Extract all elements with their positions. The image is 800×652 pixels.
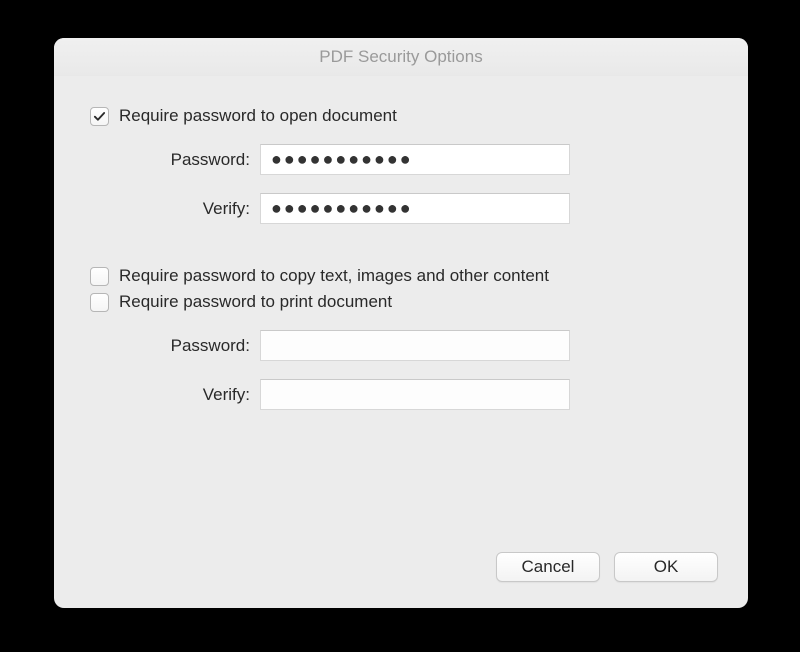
require-open-password-checkbox[interactable] [90,107,109,126]
require-copy-password-row[interactable]: Require password to copy text, images an… [90,266,712,286]
require-copy-password-label: Require password to copy text, images an… [119,266,549,286]
perm-password-label: Password: [90,336,260,356]
pdf-security-dialog: PDF Security Options Require password to… [54,38,748,608]
require-print-password-checkbox[interactable] [90,293,109,312]
open-verify-row: Verify: ●●●●●●●●●●● [90,193,712,224]
open-password-input[interactable]: ●●●●●●●●●●● [260,144,570,175]
permissions-section: Require password to copy text, images an… [90,266,712,410]
perm-verify-label: Verify: [90,385,260,405]
perm-password-input[interactable] [260,330,570,361]
perm-password-row: Password: [90,330,712,361]
open-password-row: Password: ●●●●●●●●●●● [90,144,712,175]
perm-verify-row: Verify: [90,379,712,410]
cancel-button[interactable]: Cancel [496,552,600,582]
open-password-label: Password: [90,150,260,170]
checkmark-icon [93,110,106,123]
open-verify-label: Verify: [90,199,260,219]
dialog-title: PDF Security Options [54,38,748,76]
require-print-password-label: Require password to print document [119,292,392,312]
dialog-buttons: Cancel OK [496,552,718,582]
require-copy-password-checkbox[interactable] [90,267,109,286]
require-open-password-row[interactable]: Require password to open document [90,106,712,126]
ok-button[interactable]: OK [614,552,718,582]
dialog-content: Require password to open document Passwo… [54,76,748,472]
perm-verify-input[interactable] [260,379,570,410]
require-print-password-row[interactable]: Require password to print document [90,292,712,312]
require-open-password-label: Require password to open document [119,106,397,126]
open-password-section: Require password to open document Passwo… [90,106,712,224]
open-verify-input[interactable]: ●●●●●●●●●●● [260,193,570,224]
